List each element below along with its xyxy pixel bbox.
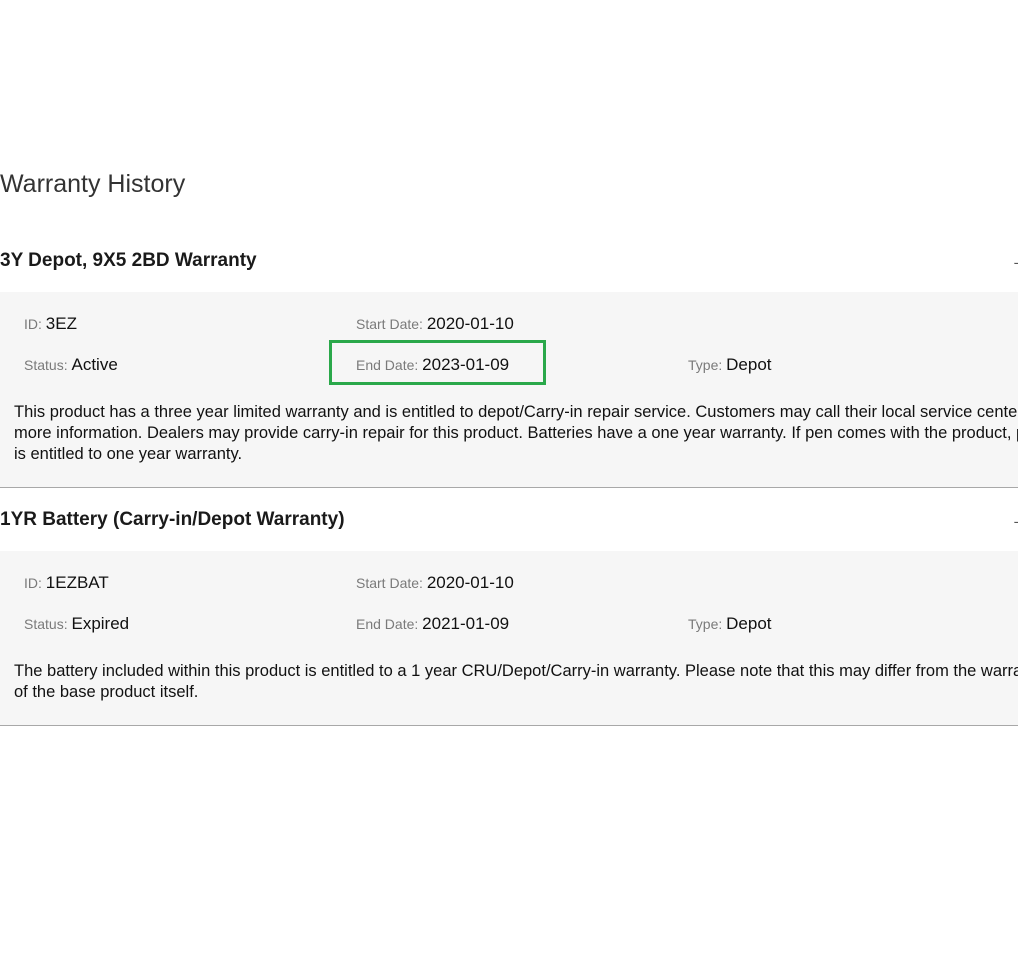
warranty-name: 1YR Battery (Carry-in/Depot Warranty) — [0, 509, 345, 530]
id-value: 3EZ — [45, 314, 77, 333]
end-date-label: End Date — [356, 616, 415, 632]
start-date-value: 2020-01-10 — [426, 573, 514, 592]
type-label: Type — [688, 357, 719, 373]
warranty-start-date: Start Date: 2020-01-10 — [356, 573, 514, 592]
chevron-icon[interactable]: ▾ — [1014, 519, 1018, 523]
status-label: Status — [24, 616, 64, 632]
status-value: Expired — [71, 614, 130, 633]
end-date-value: 2023-01-09 — [422, 355, 510, 374]
warranty-card: 3Y Depot, 9X5 2BD Warranty ▾ ID: 3EZ Sta… — [0, 248, 1018, 488]
warranty-details: ID: 1EZBAT Start Date: 2020-01-10 Status… — [0, 551, 1018, 726]
warranty-id: ID: 1EZBAT — [24, 573, 109, 592]
type-value: Depot — [726, 614, 772, 633]
warranty-header[interactable]: 3Y Depot, 9X5 2BD Warranty ▾ — [0, 248, 1018, 292]
end-date-value: 2021-01-09 — [422, 614, 510, 633]
warranty-description: This product has a three year limited wa… — [14, 403, 1018, 463]
warranty-header[interactable]: 1YR Battery (Carry-in/Depot Warranty) ▾ — [0, 507, 1018, 551]
warranty-card: 1YR Battery (Carry-in/Depot Warranty) ▾ … — [0, 507, 1018, 726]
status-value: Active — [71, 355, 118, 374]
warranty-type: Type: Depot — [688, 355, 772, 374]
chevron-icon[interactable]: ▾ — [1014, 260, 1018, 264]
warranty-status: Status: Expired — [24, 614, 130, 633]
warranty-id: ID: 3EZ — [24, 314, 77, 333]
warranty-type: Type: Depot — [688, 614, 772, 633]
warranty-end-date: End Date: 2021-01-09 — [356, 614, 510, 633]
id-value: 1EZBAT — [45, 573, 109, 592]
warranty-name: 3Y Depot, 9X5 2BD Warranty — [0, 250, 257, 271]
start-date-value: 2020-01-10 — [426, 314, 514, 333]
warranty-description: The battery included within this product… — [14, 662, 1018, 701]
type-label: Type — [688, 616, 719, 632]
status-label: Status — [24, 357, 64, 373]
warranty-end-date: End Date: 2023-01-09 — [356, 355, 510, 374]
warranty-details: ID: 3EZ Start Date: 2020-01-10 Status: A… — [0, 292, 1018, 488]
id-label: ID — [24, 316, 38, 332]
warranty-start-date: Start Date: 2020-01-10 — [356, 314, 514, 333]
start-date-label: Start Date — [356, 575, 420, 591]
id-label: ID — [24, 575, 38, 591]
type-value: Depot — [726, 355, 772, 374]
warranty-status: Status: Active — [24, 355, 118, 374]
end-date-label: End Date — [356, 357, 415, 373]
start-date-label: Start Date — [356, 316, 420, 332]
page-title: Warranty History — [0, 170, 186, 198]
